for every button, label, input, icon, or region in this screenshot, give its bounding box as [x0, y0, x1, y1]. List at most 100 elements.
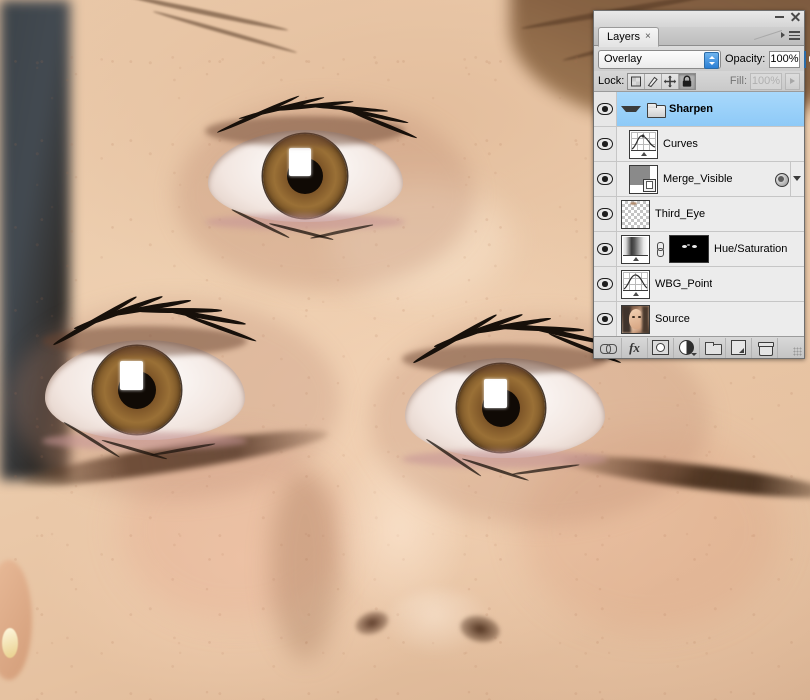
new-group-button[interactable]	[700, 337, 726, 358]
curves-thumbnail-icon[interactable]	[629, 129, 658, 159]
visibility-toggle[interactable]	[594, 162, 617, 196]
layer-name: Third_Eye	[655, 208, 706, 220]
smart-object-thumbnail-icon[interactable]	[629, 164, 658, 194]
layers-panel[interactable]: Layers × Overlay Opacity: 100% Lock: Fil…	[593, 10, 810, 359]
layer-body: Sharpen	[617, 92, 804, 126]
new-layer-icon	[731, 340, 746, 355]
third-eye-iris	[263, 134, 347, 218]
visibility-toggle[interactable]	[594, 302, 617, 336]
panel-title-bar	[594, 11, 804, 27]
eye-right-catchlight	[484, 379, 507, 408]
layer-row-merge-visible[interactable]: Merge_Visible	[594, 162, 804, 197]
lock-image-pixels-icon[interactable]	[645, 73, 663, 89]
panel-menu-line	[789, 31, 800, 33]
panel-menu-line	[789, 38, 800, 40]
layer-row-sharpen[interactable]: Sharpen	[594, 92, 804, 127]
eye-visible-icon	[597, 313, 613, 325]
group-expand-icon[interactable]	[621, 106, 641, 112]
layer-effects-icon[interactable]	[775, 173, 789, 187]
visibility-toggle[interactable]	[594, 267, 617, 301]
lock-transparent-pixels-icon[interactable]	[628, 73, 646, 89]
fill-label: Fill:	[729, 75, 747, 87]
lock-all-icon[interactable]	[679, 73, 696, 89]
layer-body: Curves	[617, 127, 804, 161]
panel-tab-row: Layers ×	[594, 27, 804, 47]
eye-left-iris	[93, 346, 181, 434]
layer-name: Source	[655, 313, 690, 325]
screenshot-root: Layers × Overlay Opacity: 100% Lock: Fil…	[0, 0, 810, 700]
eye-left-lower-lid	[42, 432, 247, 450]
fx-icon: fx	[629, 339, 640, 355]
resize-grip[interactable]	[793, 347, 802, 356]
effects-disclosure-icon[interactable]	[793, 176, 801, 181]
blend-mode-spinner-icon[interactable]	[704, 51, 719, 69]
new-adjustment-layer-button[interactable]	[674, 337, 700, 358]
new-layer-button[interactable]	[726, 337, 752, 358]
panel-menu-icon[interactable]	[780, 28, 800, 43]
fill-group: Fill: 100%	[729, 72, 800, 90]
layers-list[interactable]: Sharpen Curves Merge_Visible Third_Eye H…	[594, 92, 804, 337]
layer-name: Sharpen	[669, 103, 714, 115]
panel-menu-triangle	[781, 32, 785, 38]
fill-input[interactable]: 100%	[750, 72, 782, 90]
third-eye-catchlight	[289, 148, 311, 176]
eye-visible-icon	[597, 243, 613, 255]
layer-name: Curves	[663, 138, 698, 150]
delete-layer-button[interactable]	[752, 337, 778, 358]
mask-link-icon[interactable]	[655, 241, 664, 257]
row-divider	[790, 162, 791, 196]
layer-body: Hue/Saturation	[617, 232, 804, 266]
layer-style-button[interactable]: fx	[622, 337, 648, 358]
panel-menu-line	[789, 34, 800, 36]
lock-row: Lock: Fill: 100%	[594, 71, 804, 92]
layer-name: Merge_Visible	[663, 173, 733, 185]
chevron-down-icon	[691, 352, 697, 356]
eye-right-iris	[457, 364, 545, 452]
layer-mask-icon	[652, 340, 669, 355]
curves-thumbnail-icon[interactable]	[621, 269, 650, 299]
blend-mode-select[interactable]: Overlay	[598, 49, 721, 69]
gradient-thumbnail-icon[interactable]	[621, 234, 650, 264]
third-eye-lower-lid	[205, 214, 405, 230]
lock-position-icon[interactable]	[662, 73, 680, 89]
visibility-toggle[interactable]	[594, 197, 617, 231]
eye-visible-icon	[597, 103, 613, 115]
layer-row-hue-saturation[interactable]: Hue/Saturation	[594, 232, 804, 267]
opacity-input[interactable]: 100%	[769, 50, 800, 68]
opacity-arrow-icon[interactable]	[803, 50, 810, 68]
layer-mask-thumbnail-icon[interactable]	[669, 235, 709, 263]
fill-arrow-icon[interactable]	[785, 72, 800, 90]
visibility-toggle[interactable]	[594, 232, 617, 266]
earring	[2, 628, 18, 658]
tab-layers[interactable]: Layers ×	[598, 27, 659, 47]
close-icon[interactable]	[790, 11, 801, 22]
visibility-toggle[interactable]	[594, 127, 617, 161]
tab-layers-label: Layers	[607, 31, 641, 43]
trash-icon	[757, 341, 774, 356]
add-layer-mask-button[interactable]	[648, 337, 674, 358]
blend-mode-value: Overlay	[604, 53, 642, 65]
eye-visible-icon	[597, 208, 613, 220]
blend-mode-row: Overlay Opacity: 100%	[594, 46, 810, 71]
layer-row-source[interactable]: Source	[594, 302, 804, 336]
opacity-label: Opacity:	[725, 53, 766, 65]
transparent-thumbnail-icon[interactable]	[621, 199, 650, 229]
photo-thumbnail-icon[interactable]	[621, 304, 650, 334]
visibility-toggle[interactable]	[594, 92, 617, 126]
layer-row-wbg-point[interactable]: WBG_Point	[594, 267, 804, 302]
eye-visible-icon	[597, 278, 613, 290]
minimize-icon[interactable]	[774, 11, 785, 22]
layer-row-curves[interactable]: Curves	[594, 127, 804, 162]
layer-name: Hue/Saturation	[714, 243, 788, 255]
folder-icon	[647, 102, 666, 118]
layers-toolbar: fx	[594, 337, 804, 358]
eye-left-catchlight	[120, 361, 143, 390]
lock-button-group	[627, 72, 697, 90]
new-group-icon	[705, 342, 722, 355]
link-layers-button[interactable]	[596, 337, 622, 358]
layer-body: Source	[617, 302, 804, 336]
tab-close-icon[interactable]: ×	[645, 32, 651, 42]
layer-row-third-eye[interactable]: Third_Eye	[594, 197, 804, 232]
eye-visible-icon	[597, 138, 613, 150]
layer-name: WBG_Point	[655, 278, 713, 290]
